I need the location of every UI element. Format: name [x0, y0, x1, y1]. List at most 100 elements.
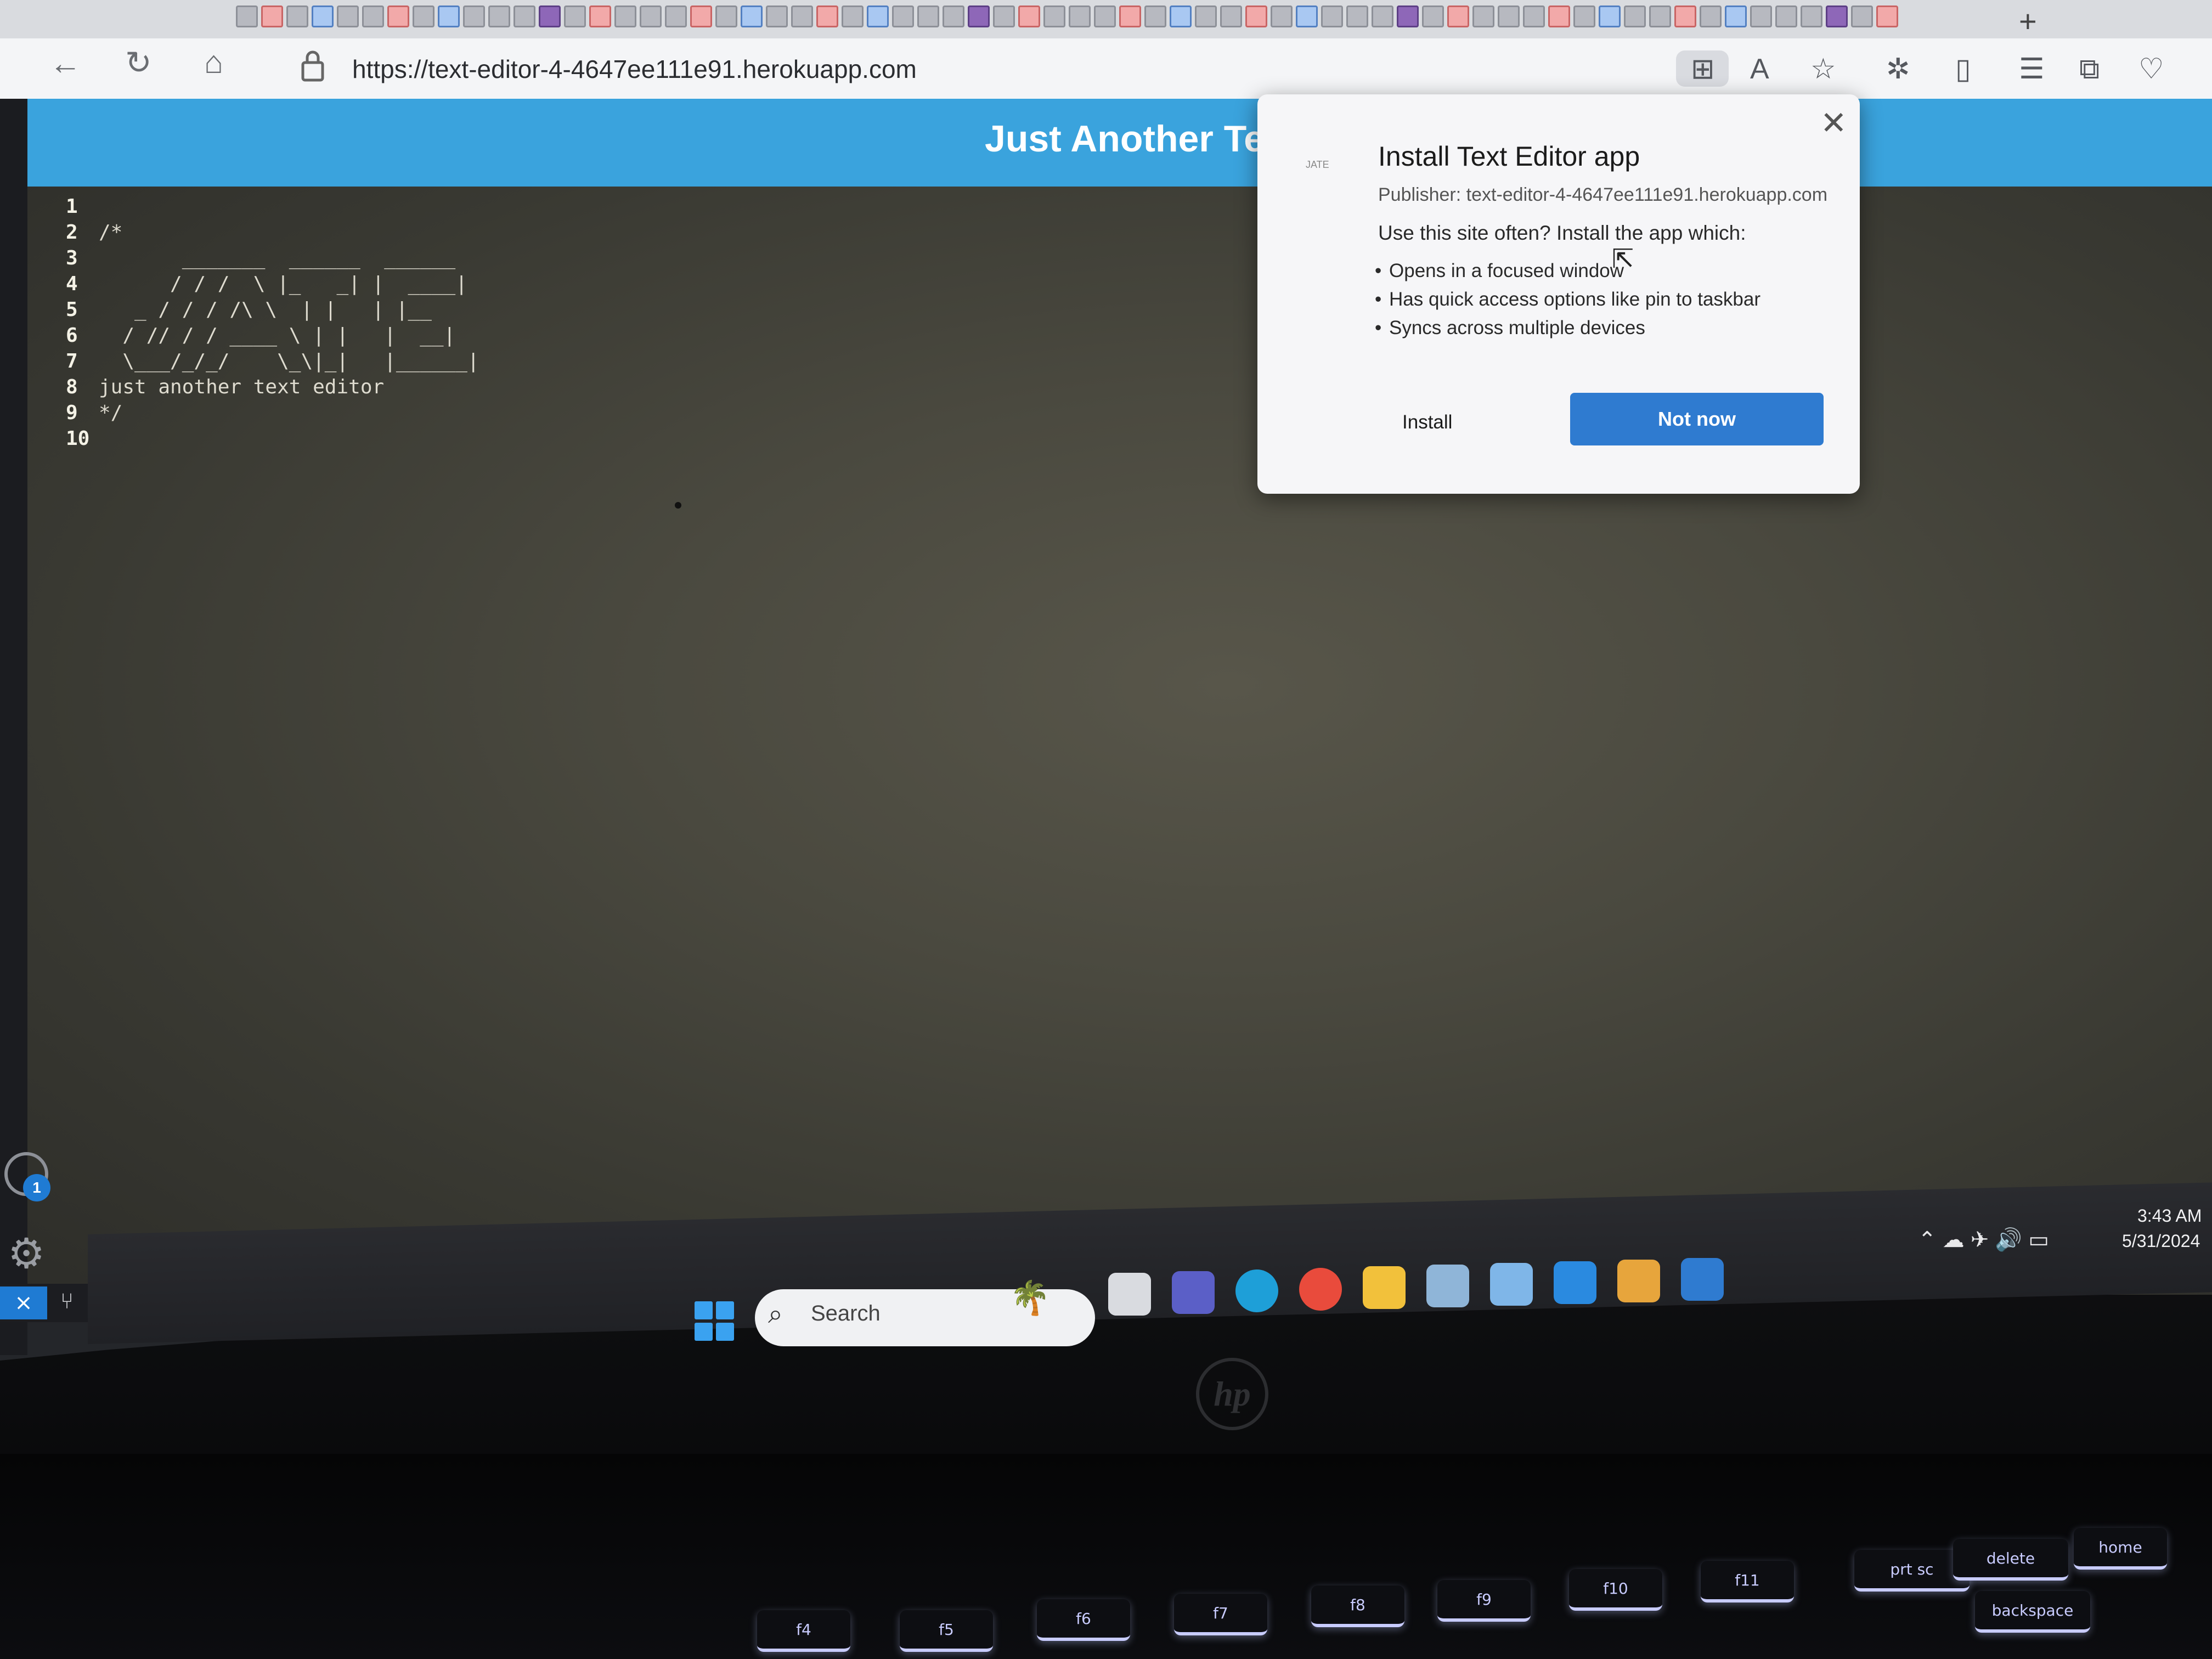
- code-line[interactable]: / // / / ____ \ | | | __|: [99, 324, 455, 347]
- tab-favicon-icon[interactable]: [1876, 5, 1898, 27]
- tab-favicon-icon[interactable]: [514, 5, 535, 27]
- tab-favicon-icon[interactable]: [1321, 5, 1343, 27]
- tab-favicon-icon[interactable]: [286, 5, 308, 27]
- tab-favicon-icon[interactable]: [1397, 5, 1419, 27]
- tab-favicon-icon[interactable]: [766, 5, 788, 27]
- tab-favicon-icon[interactable]: [791, 5, 813, 27]
- tab-favicon-icon[interactable]: [1573, 5, 1595, 27]
- tab-favicon-icon[interactable]: [1170, 5, 1192, 27]
- close-icon[interactable]: ✕: [1820, 104, 1847, 142]
- tab-favicon-icon[interactable]: [1498, 5, 1520, 27]
- tab-favicon-icon[interactable]: [1674, 5, 1696, 27]
- tab-favicon-icon[interactable]: [1271, 5, 1293, 27]
- remote-connection-icon[interactable]: ⨯: [0, 1286, 47, 1319]
- tab-favicon-icon[interactable]: [741, 5, 763, 27]
- tab-favicon-icon[interactable]: [665, 5, 687, 27]
- notepad-icon[interactable]: [1490, 1263, 1533, 1306]
- tab-favicon-icon[interactable]: [1195, 5, 1217, 27]
- code-line[interactable]: just another text editor: [99, 376, 384, 398]
- key-f9[interactable]: f9: [1437, 1580, 1531, 1622]
- tab-favicon-icon[interactable]: [842, 5, 864, 27]
- tab-favicon-icon[interactable]: [968, 5, 990, 27]
- tab-favicon-icon[interactable]: [1599, 5, 1621, 27]
- address-bar[interactable]: [351, 46, 1714, 92]
- git-branch-icon[interactable]: ⑂: [60, 1289, 74, 1314]
- tab-favicon-icon[interactable]: [917, 5, 939, 27]
- extensions-icon[interactable]: ✲: [1886, 53, 1910, 86]
- tab-favicon-icon[interactable]: [1523, 5, 1545, 27]
- code-line[interactable]: / / / \ |_ _| | ____|: [99, 273, 467, 295]
- tab-favicon-icon[interactable]: [892, 5, 914, 27]
- install-button[interactable]: Install: [1378, 395, 1477, 450]
- tab-favicon-icon[interactable]: [387, 5, 409, 27]
- chrome-icon[interactable]: [1299, 1268, 1342, 1311]
- favorites-icon[interactable]: ☰: [2019, 53, 2045, 86]
- code-line[interactable]: _ / / / /\ \ | | | |__: [99, 298, 432, 321]
- tab-favicon-icon[interactable]: [1346, 5, 1368, 27]
- tab-favicon-icon[interactable]: [690, 5, 712, 27]
- windows-start-icon[interactable]: [695, 1301, 734, 1341]
- tab-favicon-icon[interactable]: [1826, 5, 1848, 27]
- teams-icon[interactable]: [1172, 1271, 1215, 1314]
- key-f10[interactable]: f10: [1569, 1569, 1662, 1611]
- tab-favicon-icon[interactable]: [1296, 5, 1318, 27]
- refresh-icon[interactable]: ↻: [125, 44, 152, 81]
- key-f8[interactable]: f8: [1311, 1585, 1404, 1627]
- defender-icon[interactable]: [1681, 1258, 1724, 1301]
- tab-favicon-icon[interactable]: [1094, 5, 1116, 27]
- tab-favicon-icon[interactable]: [1472, 5, 1494, 27]
- tab-favicon-icon[interactable]: [1018, 5, 1040, 27]
- tab-list[interactable]: [236, 5, 2013, 32]
- tab-favicon-icon[interactable]: [1422, 5, 1444, 27]
- tab-favicon-icon[interactable]: [1624, 5, 1646, 27]
- tab-favicon-icon[interactable]: [1372, 5, 1393, 27]
- collections-icon[interactable]: ⧉: [2079, 53, 2100, 86]
- key-f5[interactable]: f5: [900, 1610, 993, 1652]
- tab-favicon-icon[interactable]: [236, 5, 258, 27]
- tab-favicon-icon[interactable]: [614, 5, 636, 27]
- photos-icon[interactable]: [1426, 1265, 1469, 1307]
- clock-date[interactable]: 5/31/2024: [2122, 1231, 2200, 1251]
- tab-favicon-icon[interactable]: [1447, 5, 1469, 27]
- git-kraken-icon[interactable]: [1617, 1260, 1660, 1302]
- lock-icon[interactable]: [301, 49, 325, 82]
- vscode-icon[interactable]: [1554, 1261, 1596, 1304]
- key-f6[interactable]: f6: [1037, 1599, 1130, 1641]
- tab-favicon-icon[interactable]: [413, 5, 435, 27]
- key-home[interactable]: home: [2074, 1528, 2167, 1570]
- code-line[interactable]: */: [99, 402, 122, 424]
- tab-favicon-icon[interactable]: [539, 5, 561, 27]
- tab-favicon-icon[interactable]: [438, 5, 460, 27]
- tab-favicon-icon[interactable]: [943, 5, 964, 27]
- system-tray-icons[interactable]: ⌃ ☁ ✈ 🔊 ▭: [1918, 1227, 2049, 1252]
- back-icon[interactable]: ←: [49, 45, 81, 82]
- key-f7[interactable]: f7: [1174, 1594, 1267, 1635]
- split-screen-icon[interactable]: ▯: [1955, 53, 1971, 86]
- tab-favicon-icon[interactable]: [1649, 5, 1671, 27]
- not-now-button[interactable]: Not now: [1570, 393, 1824, 445]
- tab-favicon-icon[interactable]: [1851, 5, 1873, 27]
- tab-favicon-icon[interactable]: [715, 5, 737, 27]
- tab-favicon-icon[interactable]: [867, 5, 889, 27]
- key-f11[interactable]: f11: [1701, 1561, 1794, 1602]
- tab-favicon-icon[interactable]: [1801, 5, 1822, 27]
- tab-favicon-icon[interactable]: [488, 5, 510, 27]
- tab-favicon-icon[interactable]: [564, 5, 586, 27]
- key-prt-sc[interactable]: prt sc: [1854, 1550, 1970, 1592]
- tab-favicon-icon[interactable]: [1548, 5, 1570, 27]
- key-f4[interactable]: f4: [757, 1610, 850, 1652]
- tab-favicon-icon[interactable]: [1069, 5, 1091, 27]
- tab-favicon-icon[interactable]: [1220, 5, 1242, 27]
- tab-favicon-icon[interactable]: [337, 5, 359, 27]
- tab-favicon-icon[interactable]: [1119, 5, 1141, 27]
- tab-favicon-icon[interactable]: [993, 5, 1015, 27]
- file-explorer-icon[interactable]: [1363, 1266, 1406, 1309]
- code-line[interactable]: \___/_/_/ \_\|_| |______|: [99, 350, 479, 373]
- favorite-star-icon[interactable]: ☆: [1810, 53, 1836, 86]
- settings-gear-icon[interactable]: ⚙: [8, 1229, 45, 1278]
- key-delete[interactable]: delete: [1953, 1539, 2068, 1581]
- tab-favicon-icon[interactable]: [362, 5, 384, 27]
- tab-favicon-icon[interactable]: [1700, 5, 1722, 27]
- tab-favicon-icon[interactable]: [640, 5, 662, 27]
- tab-favicon-icon[interactable]: [1043, 5, 1065, 27]
